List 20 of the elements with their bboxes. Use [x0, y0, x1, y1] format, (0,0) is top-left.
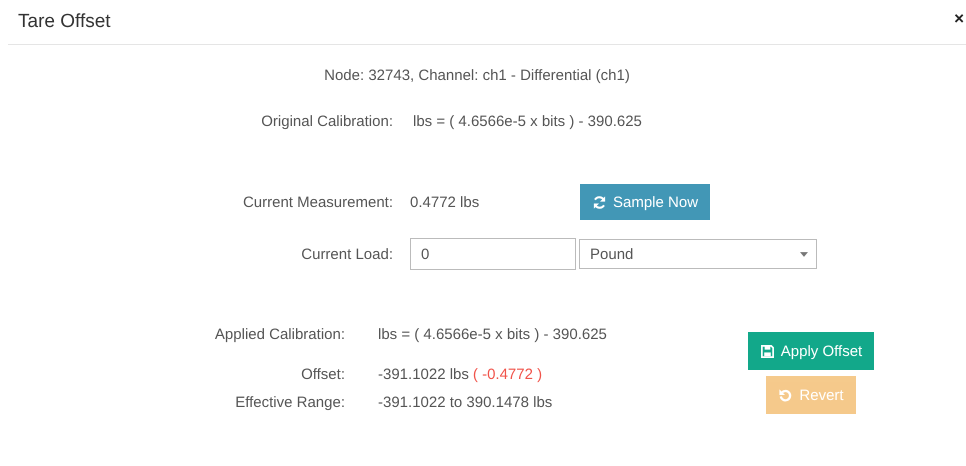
caret-icon [800, 252, 808, 256]
offset-value: -391.1022 lbs [378, 366, 469, 383]
dialog-title: Tare Offset [18, 11, 111, 33]
measurement-value: 0.4772 lbs [410, 194, 480, 210]
offset-delta: ( -0.4772 ) [472, 366, 542, 383]
calibration-formula: lbs = ( 4.6566e-5 x bits ) - 390.625 [378, 326, 607, 343]
field-label: Current Load: [300, 246, 393, 262]
undo-icon [778, 388, 794, 402]
load-input[interactable]: 0 [410, 238, 576, 270]
field-label: Offset: [300, 366, 345, 383]
calibration-formula: lbs = ( 4.6566e-5 x bits ) - 390.625 [413, 113, 642, 130]
unit-select[interactable]: Pound [579, 239, 817, 269]
node-info: Node: 32743, Channel: ch1 - Differential (ch1) [324, 67, 630, 84]
field-label: Applied Calibration: [214, 326, 345, 343]
field-label: Current Measurement: [242, 194, 393, 210]
range-value: -391.1022 to 390.1478 lbs [378, 394, 552, 411]
field-label: Effective Range: [234, 394, 345, 411]
close-button[interactable]: × [954, 10, 964, 26]
refresh-icon [592, 194, 607, 210]
field-label: Original Calibration: [260, 113, 393, 130]
